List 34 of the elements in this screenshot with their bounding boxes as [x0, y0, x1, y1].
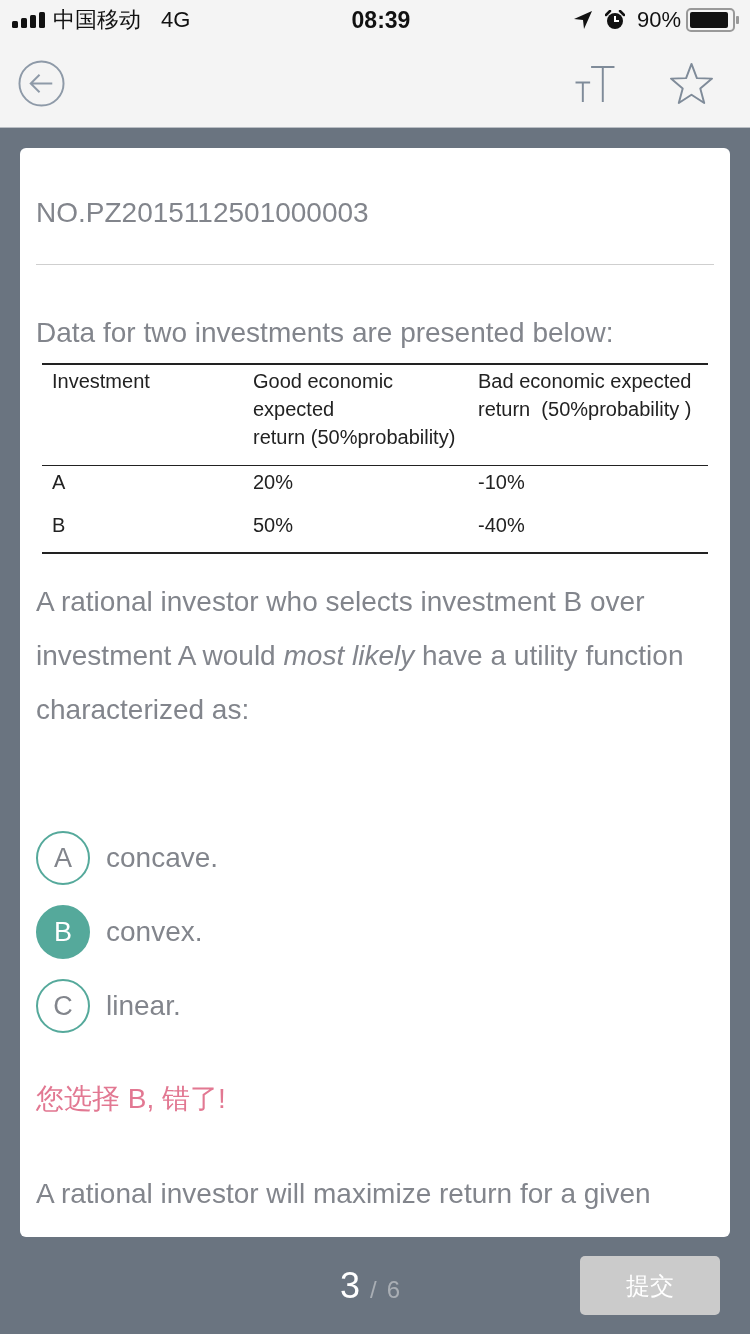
option-radio[interactable]: A — [36, 831, 90, 885]
option-label[interactable]: concave. — [106, 838, 219, 878]
current-page-number: 3 — [339, 1264, 360, 1307]
network-type: 4G — [161, 7, 191, 33]
location-arrow-icon — [572, 10, 593, 30]
battery-percent: 90% — [636, 7, 681, 33]
clock-time: 08:39 — [351, 6, 411, 34]
option-radio[interactable]: B — [36, 905, 90, 959]
text-size-icon[interactable] — [575, 66, 615, 103]
alarm-clock-icon — [604, 10, 625, 30]
explanation-text: A rational investor will maximize return for a given — [36, 1177, 652, 1211]
signal-icon — [12, 12, 46, 28]
table-cell-text: 20% — [253, 470, 295, 495]
table-header-cell-text: Bad economic expected return (50%probability ) — [478, 369, 693, 422]
page-separator: / — [370, 1275, 377, 1304]
back-icon[interactable] — [18, 60, 65, 107]
table-cell-text: -10% — [478, 470, 526, 495]
option-radio[interactable]: C — [36, 979, 90, 1033]
table-header-cell-text: Good economic expected return (50%probability) — [253, 369, 457, 450]
table-cell-text: 50% — [253, 513, 295, 538]
battery-icon — [686, 8, 740, 32]
question-number: NO.PZ2015112501000003 — [36, 196, 370, 230]
table-header-cell-text: Investment — [52, 369, 151, 394]
question-intro: Data for two investments are presented below: — [36, 316, 615, 350]
question-text: A rational investor who selects investment B over investment A would most likely have a utility function characterized as: — [36, 585, 685, 727]
carrier-name: 中国移动 — [53, 6, 141, 34]
answer-feedback: 您选择 B, 错了! — [36, 1082, 227, 1116]
total-pages: 6 — [386, 1275, 401, 1304]
table-cell-text: A — [52, 470, 67, 495]
option-label[interactable]: convex. — [106, 912, 203, 952]
star-icon[interactable] — [669, 62, 714, 105]
table-cell-text: B — [52, 513, 67, 538]
option-label[interactable]: linear. — [106, 986, 181, 1026]
table-cell-text: -40% — [478, 513, 526, 538]
